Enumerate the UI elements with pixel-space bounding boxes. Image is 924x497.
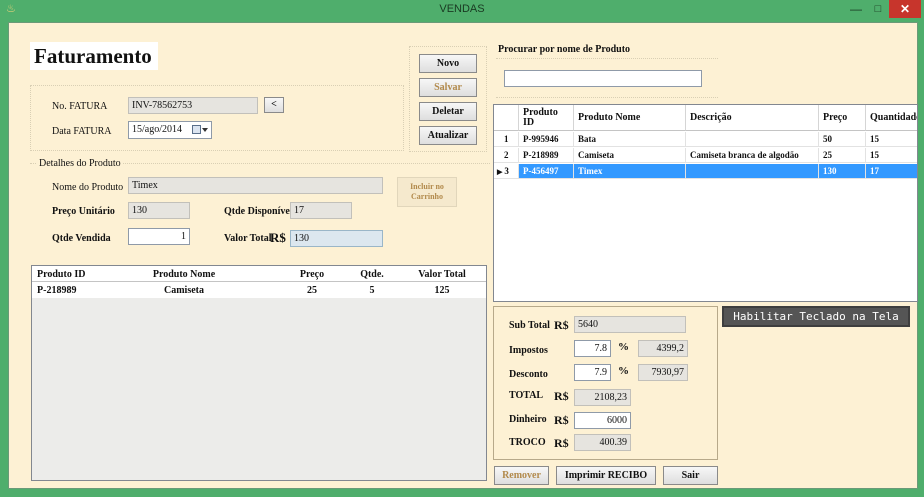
exit-button[interactable]: Sair	[663, 466, 718, 485]
product-id-cell: P-995946	[519, 132, 574, 147]
products-header-qty[interactable]: Quantidade	[866, 105, 917, 131]
search-title: Procurar por nome de Produto	[498, 44, 631, 55]
grand-total-currency: R$	[554, 389, 569, 403]
minimize-button[interactable]: —	[845, 0, 867, 18]
total-field[interactable]: 130	[290, 230, 383, 247]
onscreen-keyboard-toggle[interactable]: Habilitar Teclado na Tela	[722, 306, 910, 327]
tax-label: Impostos	[509, 345, 548, 356]
stock-label: Qtde Disponível	[224, 206, 293, 217]
product-name-cell: Timex	[574, 164, 686, 179]
product-desc-cell	[686, 164, 819, 179]
product-name-cell: Bata	[574, 132, 686, 147]
tax-rate-field[interactable]: 7.8	[574, 340, 611, 357]
stock-field[interactable]: 17	[290, 202, 352, 219]
remove-button[interactable]: Remover	[494, 466, 549, 485]
cart-header-price[interactable]: Preço	[282, 269, 342, 280]
subtotal-currency: R$	[554, 318, 569, 332]
row-number-text: 3	[504, 166, 509, 176]
update-button[interactable]: Atualizar	[419, 126, 477, 145]
save-button[interactable]: Salvar	[419, 78, 477, 97]
row-number: 2	[494, 148, 519, 163]
product-price-cell: 25	[819, 148, 866, 163]
cart-grid[interactable]: Produto ID Produto Nome Preço Qtde. Valo…	[31, 265, 487, 481]
cash-field[interactable]: 6000	[574, 412, 631, 429]
cart-cell-id: P-218989	[37, 285, 77, 296]
products-header-desc[interactable]: Descrição	[686, 105, 819, 131]
discount-percent: %	[618, 365, 629, 377]
discount-label: Desconto	[509, 369, 548, 380]
unit-price-field[interactable]: 130	[128, 202, 190, 219]
products-header-corner	[494, 105, 519, 131]
product-qty-cell: 15	[866, 148, 917, 163]
unit-price-label: Preço Unitário	[52, 206, 115, 217]
total-currency: R$	[270, 230, 286, 245]
cart-cell-qty: 5	[369, 285, 375, 296]
search-input[interactable]	[504, 70, 702, 87]
calendar-icon[interactable]	[192, 125, 201, 134]
discount-value-field[interactable]: 7930,97	[638, 364, 688, 381]
total-label: Valor Total	[224, 233, 272, 244]
product-id-cell: P-218989	[519, 148, 574, 163]
invoice-date-label: Data FATURA	[52, 126, 112, 137]
invoice-number-label: No. FATURA	[52, 101, 108, 112]
qty-sold-field[interactable]: 1	[128, 228, 190, 245]
products-header-price[interactable]: Preço	[819, 105, 866, 131]
product-qty-cell: 17	[866, 164, 917, 179]
window-title: VENDAS	[439, 3, 485, 15]
tax-percent: %	[618, 341, 629, 353]
invoice-date-value: 15/ago/2014	[132, 124, 182, 135]
cart-header-id[interactable]: Produto ID	[37, 269, 117, 280]
subtotal-label: Sub Total	[509, 320, 550, 331]
grand-total-label: TOTAL	[509, 390, 544, 401]
cart-header-total[interactable]: Valor Total	[402, 269, 482, 280]
cart-header-name[interactable]: Produto Nome	[124, 269, 244, 280]
product-id-cell: P-456497	[519, 164, 574, 179]
product-desc-cell: Camiseta branca de algodão	[686, 148, 819, 163]
product-qty-cell: 15	[866, 132, 917, 147]
change-field[interactable]: 400.39	[574, 434, 631, 451]
discount-rate-field[interactable]: 7.9	[574, 364, 611, 381]
products-grid[interactable]: Produto ID Produto Nome Descrição Preço …	[493, 104, 918, 302]
product-price-cell: 130	[819, 164, 866, 179]
product-name-cell: Camiseta	[574, 148, 686, 163]
page-title: Faturamento	[34, 44, 152, 68]
maximize-button[interactable]: □	[867, 0, 889, 18]
grand-total-field[interactable]: 2108,23	[574, 389, 631, 406]
subtotal-field[interactable]: 5640	[574, 316, 686, 333]
product-desc-cell	[686, 132, 819, 147]
print-receipt-button[interactable]: Imprimir RECIBO	[556, 466, 656, 485]
details-group-title: Detalhes do Produto	[37, 158, 123, 169]
product-price-cell: 50	[819, 132, 866, 147]
cart-header-qty[interactable]: Qtde.	[342, 269, 402, 280]
chevron-down-icon[interactable]	[202, 128, 208, 132]
tax-value-field[interactable]: 4399,2	[638, 340, 688, 357]
products-header-id[interactable]: Produto ID	[519, 105, 574, 131]
row-number: 1	[494, 132, 519, 147]
cart-cell-name: Camiseta	[164, 285, 204, 296]
qty-sold-label: Qtde Vendida	[52, 233, 111, 244]
products-header-name[interactable]: Produto Nome	[574, 105, 686, 131]
delete-button[interactable]: Deletar	[419, 102, 477, 121]
close-button[interactable]: ✕	[889, 0, 921, 18]
invoice-number-field[interactable]: INV-78562753	[128, 97, 258, 114]
new-button[interactable]: Novo	[419, 54, 477, 73]
product-name-field[interactable]: Timex	[128, 177, 383, 194]
row-number: ▶ 3	[494, 164, 519, 179]
change-currency: R$	[554, 436, 569, 450]
product-name-label: Nome do Produto	[52, 182, 124, 193]
change-label: TROCO	[509, 437, 546, 448]
invoice-lookup-button[interactable]: <	[264, 97, 284, 113]
cart-cell-total: 125	[434, 285, 450, 296]
cash-currency: R$	[554, 413, 569, 427]
cart-cell-price: 25	[307, 285, 317, 296]
cash-label: Dinheiro	[509, 414, 547, 425]
row-pointer-icon: ▶	[497, 168, 503, 176]
add-to-cart-button[interactable]: Incluir no Carrinho	[397, 177, 457, 207]
invoice-group	[30, 85, 404, 151]
